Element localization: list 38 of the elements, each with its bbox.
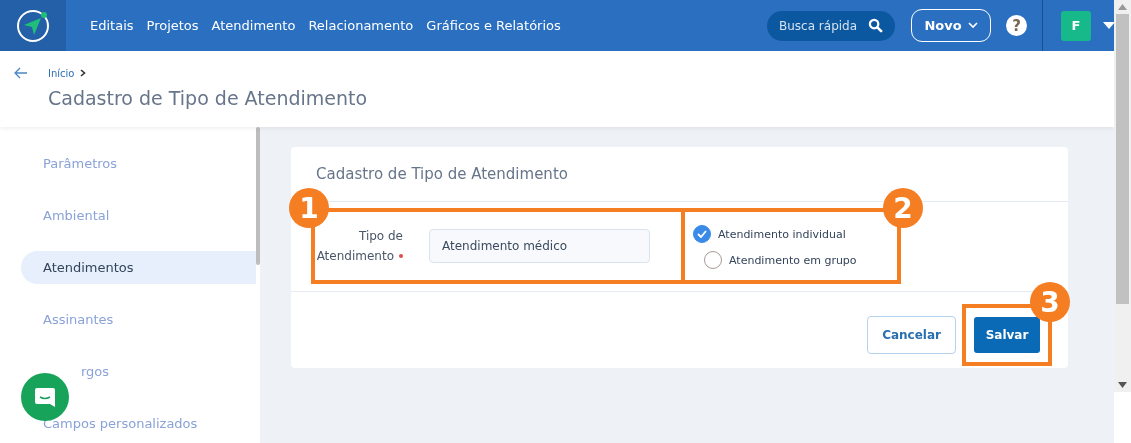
radio-label: Atendimento individual — [718, 227, 846, 241]
cancel-button[interactable]: Cancelar — [867, 316, 956, 354]
caret-icon[interactable] — [1103, 22, 1115, 29]
check-icon — [697, 230, 707, 238]
sidebar-item[interactable]: Atendimentos — [21, 251, 256, 284]
scroll-down-icon[interactable] — [1118, 382, 1127, 388]
sidebar-item[interactable]: Assinantes — [21, 303, 256, 336]
chat-button[interactable] — [21, 373, 69, 421]
page-title: Cadastro de Tipo de Atendimento — [48, 87, 369, 109]
sidebar-item[interactable]: rgos — [21, 355, 256, 388]
scrollbar[interactable] — [1114, 0, 1131, 392]
breadcrumb-link[interactable]: Início — [48, 67, 75, 79]
save-button[interactable]: Salvar — [974, 317, 1040, 353]
scrollbar-thumb[interactable] — [256, 127, 260, 265]
scroll-up-icon[interactable] — [1118, 4, 1127, 10]
field-label: Tipo de Atendimento — [315, 228, 403, 265]
new-button[interactable]: Novo — [911, 9, 991, 42]
search-icon — [868, 17, 883, 33]
sidebar-item[interactable]: Parâmetros — [21, 147, 256, 180]
chevron-down-icon — [967, 22, 978, 29]
radio-label: Atendimento em grupo — [729, 253, 857, 267]
nav-link[interactable]: Projetos — [146, 18, 199, 33]
step-badge: 3 — [1030, 282, 1070, 322]
step-badge: 2 — [883, 188, 923, 228]
back-arrow-icon[interactable] — [14, 67, 28, 79]
nav-link[interactable]: Gráficos e Relatórios — [426, 18, 561, 33]
nav-link[interactable]: Atendimento — [211, 18, 296, 33]
sidebar-item[interactable]: Ambiental — [21, 199, 256, 232]
chat-icon — [33, 385, 57, 409]
help-button[interactable]: ? — [1006, 15, 1027, 36]
logo-icon — [15, 7, 51, 44]
nav-link[interactable]: Editais — [90, 18, 134, 33]
radio-button[interactable] — [693, 225, 711, 243]
input-field[interactable]: Atendimento médico — [429, 229, 650, 263]
search-field[interactable]: Busca rápida — [767, 10, 895, 41]
chevron-right-icon — [80, 69, 87, 77]
sidebar-item[interactable]: Campos personalizados — [21, 407, 256, 440]
nav-link[interactable]: Relacionamento — [308, 18, 414, 33]
